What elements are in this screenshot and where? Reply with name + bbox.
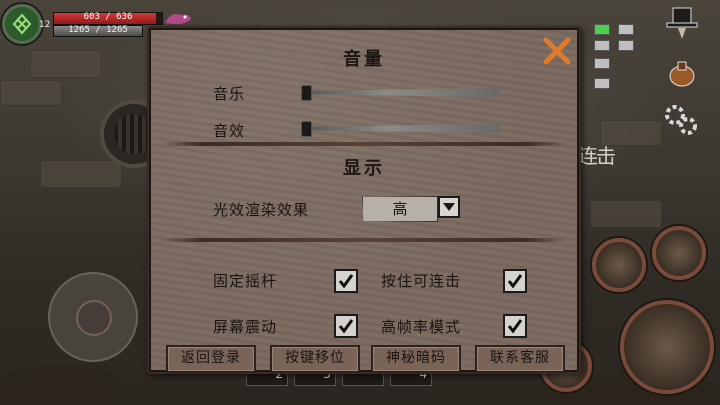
- checkmark-icon: [507, 274, 523, 289]
- player-level: 12: [39, 20, 51, 30]
- pet-beast-icon: [165, 14, 191, 25]
- fixed-joystick-label: 固定摇杆: [213, 272, 278, 290]
- virtual-joystick[interactable]: [48, 272, 138, 362]
- joystick-knob[interactable]: [76, 300, 112, 336]
- screen-shake-checkbox[interactable]: [334, 314, 358, 338]
- screen-shake-label: 屏幕震动: [213, 318, 278, 336]
- contact-support-button[interactable]: 联系客服: [475, 345, 565, 373]
- dropdown-arrow-icon[interactable]: [438, 196, 460, 218]
- wall-brick: [40, 160, 122, 188]
- music-label: 音乐: [213, 85, 246, 103]
- tree-root: [0, 365, 120, 405]
- mp-bar: 1265 / 1265: [53, 25, 143, 37]
- checkmark-icon: [338, 319, 354, 334]
- settings-panel: 音量 音乐 音效 显示 光效渲染效果 高 固定摇杆 按住可连击 屏幕震动 高帧率…: [147, 26, 581, 374]
- hp-text: 603 / 636: [83, 12, 133, 22]
- wall-brick: [0, 80, 62, 106]
- move-keys-button[interactable]: 按键移位: [270, 345, 360, 373]
- divider: [161, 142, 567, 146]
- fixed-joystick-checkbox[interactable]: [334, 269, 358, 293]
- slider-track: [311, 88, 501, 97]
- high-fps-checkbox[interactable]: [503, 314, 527, 338]
- slider-knob[interactable]: [301, 121, 312, 137]
- secret-code-button[interactable]: 神秘暗码: [371, 345, 461, 373]
- sfx-slider[interactable]: [301, 121, 501, 137]
- lighting-value[interactable]: 高: [362, 196, 438, 222]
- mp-text: 1265 / 1265: [68, 25, 128, 35]
- divider: [161, 238, 567, 242]
- minimap[interactable]: [588, 20, 642, 94]
- checkmark-icon: [338, 274, 354, 289]
- skill-button[interactable]: [592, 238, 646, 292]
- slider-knob[interactable]: [301, 85, 312, 101]
- hp-bar: 603 / 636: [53, 12, 163, 25]
- sfx-label: 音效: [213, 122, 246, 140]
- hold-combo-label: 按住可连击: [381, 272, 462, 290]
- minimap-room: [618, 24, 634, 35]
- high-fps-label: 高帧率模式: [381, 318, 462, 336]
- wall-brick: [30, 50, 102, 78]
- slider-track: [311, 124, 501, 133]
- lighting-dropdown[interactable]: 高: [362, 196, 460, 222]
- minimap-room: [594, 40, 610, 51]
- hold-combo-checkbox[interactable]: [503, 269, 527, 293]
- wall-brick: [590, 200, 662, 228]
- minimap-room: [594, 58, 610, 69]
- player-portrait[interactable]: [2, 4, 42, 44]
- bag-icon[interactable]: [666, 58, 698, 88]
- volume-title: 音量: [343, 49, 385, 70]
- lighting-label: 光效渲染效果: [213, 201, 310, 219]
- music-slider[interactable]: [301, 85, 501, 101]
- minimap-room: [618, 40, 634, 51]
- minimap-room: [594, 78, 610, 89]
- skill-button[interactable]: [652, 226, 706, 280]
- attack-button[interactable]: [620, 300, 714, 394]
- display-title: 显示: [343, 158, 385, 179]
- hat-icon[interactable]: [664, 6, 700, 40]
- portrait-icon: [12, 13, 32, 35]
- combo-text: 连击: [578, 144, 616, 168]
- back-to-login-button[interactable]: 返回登录: [166, 345, 256, 373]
- gear-icon[interactable]: [662, 102, 700, 138]
- minimap-room-current: [594, 24, 610, 35]
- checkmark-icon: [507, 319, 523, 334]
